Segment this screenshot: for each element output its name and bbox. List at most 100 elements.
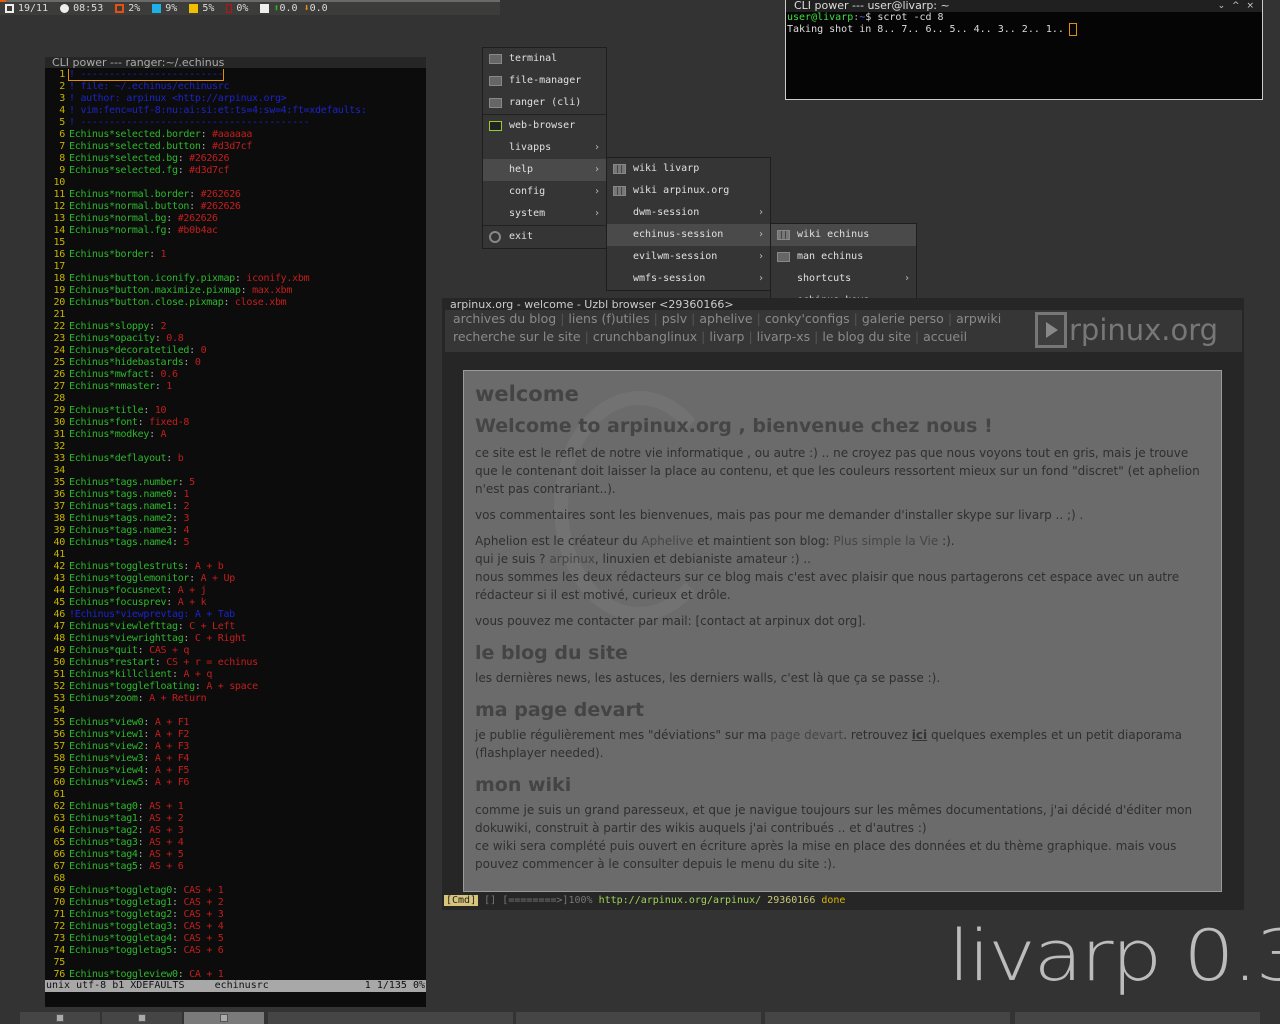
editor-window[interactable]: CLI power --- ranger:~/.echinus 1! -----… xyxy=(45,57,426,1007)
menu-item-exit[interactable]: exit xyxy=(483,226,606,248)
menu-item-label: config xyxy=(509,186,546,197)
nav-link[interactable]: le blog du site xyxy=(822,329,911,344)
menu-item-ranger-cli[interactable]: ranger (cli) xyxy=(483,92,606,114)
resource-key: Echinus*toggletag3 xyxy=(69,921,172,932)
menu-item-web-browser[interactable]: web-browser xyxy=(483,115,606,137)
resource-key: Echinus*toggletag5 xyxy=(69,945,172,956)
separator: : xyxy=(143,777,155,788)
editor-line: 32 xyxy=(45,441,425,453)
nav-link[interactable]: accueil xyxy=(923,329,967,344)
resource-value: A + q xyxy=(183,669,213,680)
devart-link[interactable]: page devart xyxy=(770,728,843,742)
taskbar-item[interactable] xyxy=(268,1012,513,1024)
nav-link[interactable]: liens (f)utiles xyxy=(568,311,649,326)
taskbar-item[interactable] xyxy=(184,1012,264,1024)
menu-item-config[interactable]: config › xyxy=(483,181,606,203)
resource-key: Echinus*normal.border xyxy=(69,189,190,200)
site-logo[interactable]: rpinux.org xyxy=(1035,312,1218,348)
editor-line: 33 Echinus*deflayout: b xyxy=(45,453,425,465)
resource-value: 10 xyxy=(154,405,167,416)
nav-link[interactable]: crunchbanglinux xyxy=(593,329,697,344)
separator: : xyxy=(183,357,195,368)
separator: : xyxy=(171,501,184,512)
resource-key: Echinus*button.maximize.pixmap xyxy=(69,285,241,296)
resource-value: 2 xyxy=(183,501,190,512)
arpinux-link[interactable]: arpinux xyxy=(549,552,595,566)
resource-key: Echinus*tags.name2 xyxy=(69,513,172,524)
editor-line: 72 Echinus*toggletag3: CAS + 4 xyxy=(45,921,425,933)
separator: : xyxy=(240,285,253,296)
menu-item-wiki-livarp[interactable]: wiki livarp xyxy=(607,158,770,180)
menu-item-terminal[interactable]: terminal xyxy=(483,48,606,70)
nav-link[interactable]: pslv xyxy=(662,311,687,326)
aphelive-link[interactable]: Aphelive xyxy=(641,534,693,548)
resource-key: Echinus*killclient xyxy=(69,669,172,680)
resource-value: A + j xyxy=(177,585,207,596)
resource-key: Echinus*tags.name3 xyxy=(69,525,172,536)
nav-link[interactable]: archives du blog xyxy=(453,311,556,326)
chevron-right-icon: › xyxy=(593,208,600,219)
menu-item-dwm-session[interactable]: dwm-session › xyxy=(607,202,770,224)
resource-key: Echinus*title xyxy=(69,405,144,416)
line-number: 21 xyxy=(53,309,66,320)
menu-item-wmfs-session[interactable]: wmfs-session › xyxy=(607,268,770,290)
nav-link[interactable]: recherche sur le site xyxy=(453,329,581,344)
menu-item-evilwm-session[interactable]: evilwm-session › xyxy=(607,246,770,268)
menu-item-man-echinus[interactable]: man echinus xyxy=(771,246,916,268)
chevron-right-icon: › xyxy=(757,251,764,262)
menu-item-system[interactable]: system › xyxy=(483,203,606,225)
ici-link[interactable]: ici xyxy=(912,728,927,742)
taskbar-item[interactable] xyxy=(765,1012,1010,1024)
resource-value: 0 xyxy=(194,357,201,368)
separator: : xyxy=(166,213,178,224)
resource-key: Echinus*tag2 xyxy=(69,825,138,836)
taskbar-item[interactable] xyxy=(102,1012,182,1024)
editor-line: 21 xyxy=(45,309,425,321)
nav-link[interactable]: livarp-xs xyxy=(757,329,811,344)
nav-link[interactable]: aphelive xyxy=(699,311,752,326)
blog-link[interactable]: Plus simple la Vie xyxy=(833,534,938,548)
window-controls[interactable]: ⌄ ^ × xyxy=(1218,0,1256,12)
menu-item-file-manager[interactable]: file-manager xyxy=(483,70,606,92)
terminal-window[interactable]: CLI power --- user@livarp: ~ ⌄ ^ × user@l… xyxy=(785,0,1263,100)
resource-key: Echinus*selected.button xyxy=(69,141,201,152)
resource-key: Echinus*border xyxy=(69,249,150,260)
line-number: 69 xyxy=(53,885,66,896)
menu-item-help[interactable]: help › xyxy=(483,159,606,181)
taskbar-item[interactable] xyxy=(20,1012,100,1024)
separator: : xyxy=(149,369,161,380)
line-number: 54 xyxy=(53,705,66,716)
editor-line: 61 xyxy=(45,789,425,801)
editor-text[interactable]: 1! ------------------------- 2! file: ~/.… xyxy=(45,69,425,981)
menu-item-wiki-echinus[interactable]: wiki echinus xyxy=(771,224,916,246)
nav-link[interactable]: livarp xyxy=(709,329,744,344)
menu-item-wiki-arpinux-org[interactable]: wiki arpinux.org xyxy=(607,180,770,202)
browser-window[interactable]: arpinux.org - welcome - Uzbl browser <29… xyxy=(442,298,1244,910)
separator: : xyxy=(234,273,247,284)
resource-key: Echinus*viewlefttag xyxy=(69,621,178,632)
resource-key: Echinus*sloppy xyxy=(69,321,150,332)
nav-link[interactable]: conky'configs xyxy=(765,311,850,326)
menu-item-label: ranger (cli) xyxy=(509,97,582,108)
line-number: 48 xyxy=(53,633,66,644)
resource-value: 5 xyxy=(189,477,195,488)
taskbar-item[interactable] xyxy=(516,1012,761,1024)
taskbar-item[interactable] xyxy=(1015,1012,1260,1024)
editor-line: 48 Echinus*viewrighttag: C + Right xyxy=(45,633,425,645)
line-number: 46 xyxy=(53,609,66,620)
grid-icon xyxy=(613,186,626,196)
nav-link[interactable]: galerie perso xyxy=(862,311,944,326)
resource-value: iconify.xbm xyxy=(246,273,310,284)
line-number: 13 xyxy=(53,213,66,224)
menu-item-echinus-session[interactable]: echinus-session › xyxy=(607,224,770,246)
resource-value: #d3d7cf xyxy=(189,165,230,176)
menu-item-livapps[interactable]: livapps › xyxy=(483,137,606,159)
nav-link[interactable]: arpwiki xyxy=(956,311,1001,326)
resource-key: Echinus*view3 xyxy=(69,753,144,764)
editor-line: 8 Echinus*selected.bg: #262626 xyxy=(45,153,425,165)
chevron-right-icon: › xyxy=(593,164,600,175)
menu-item-shortcuts[interactable]: shortcuts › xyxy=(771,268,916,290)
paragraph: vous pouvez me contacter par mail: [cont… xyxy=(475,614,866,628)
menu-item-label: livapps xyxy=(509,142,552,153)
resource-value: CAS + 2 xyxy=(183,897,224,908)
